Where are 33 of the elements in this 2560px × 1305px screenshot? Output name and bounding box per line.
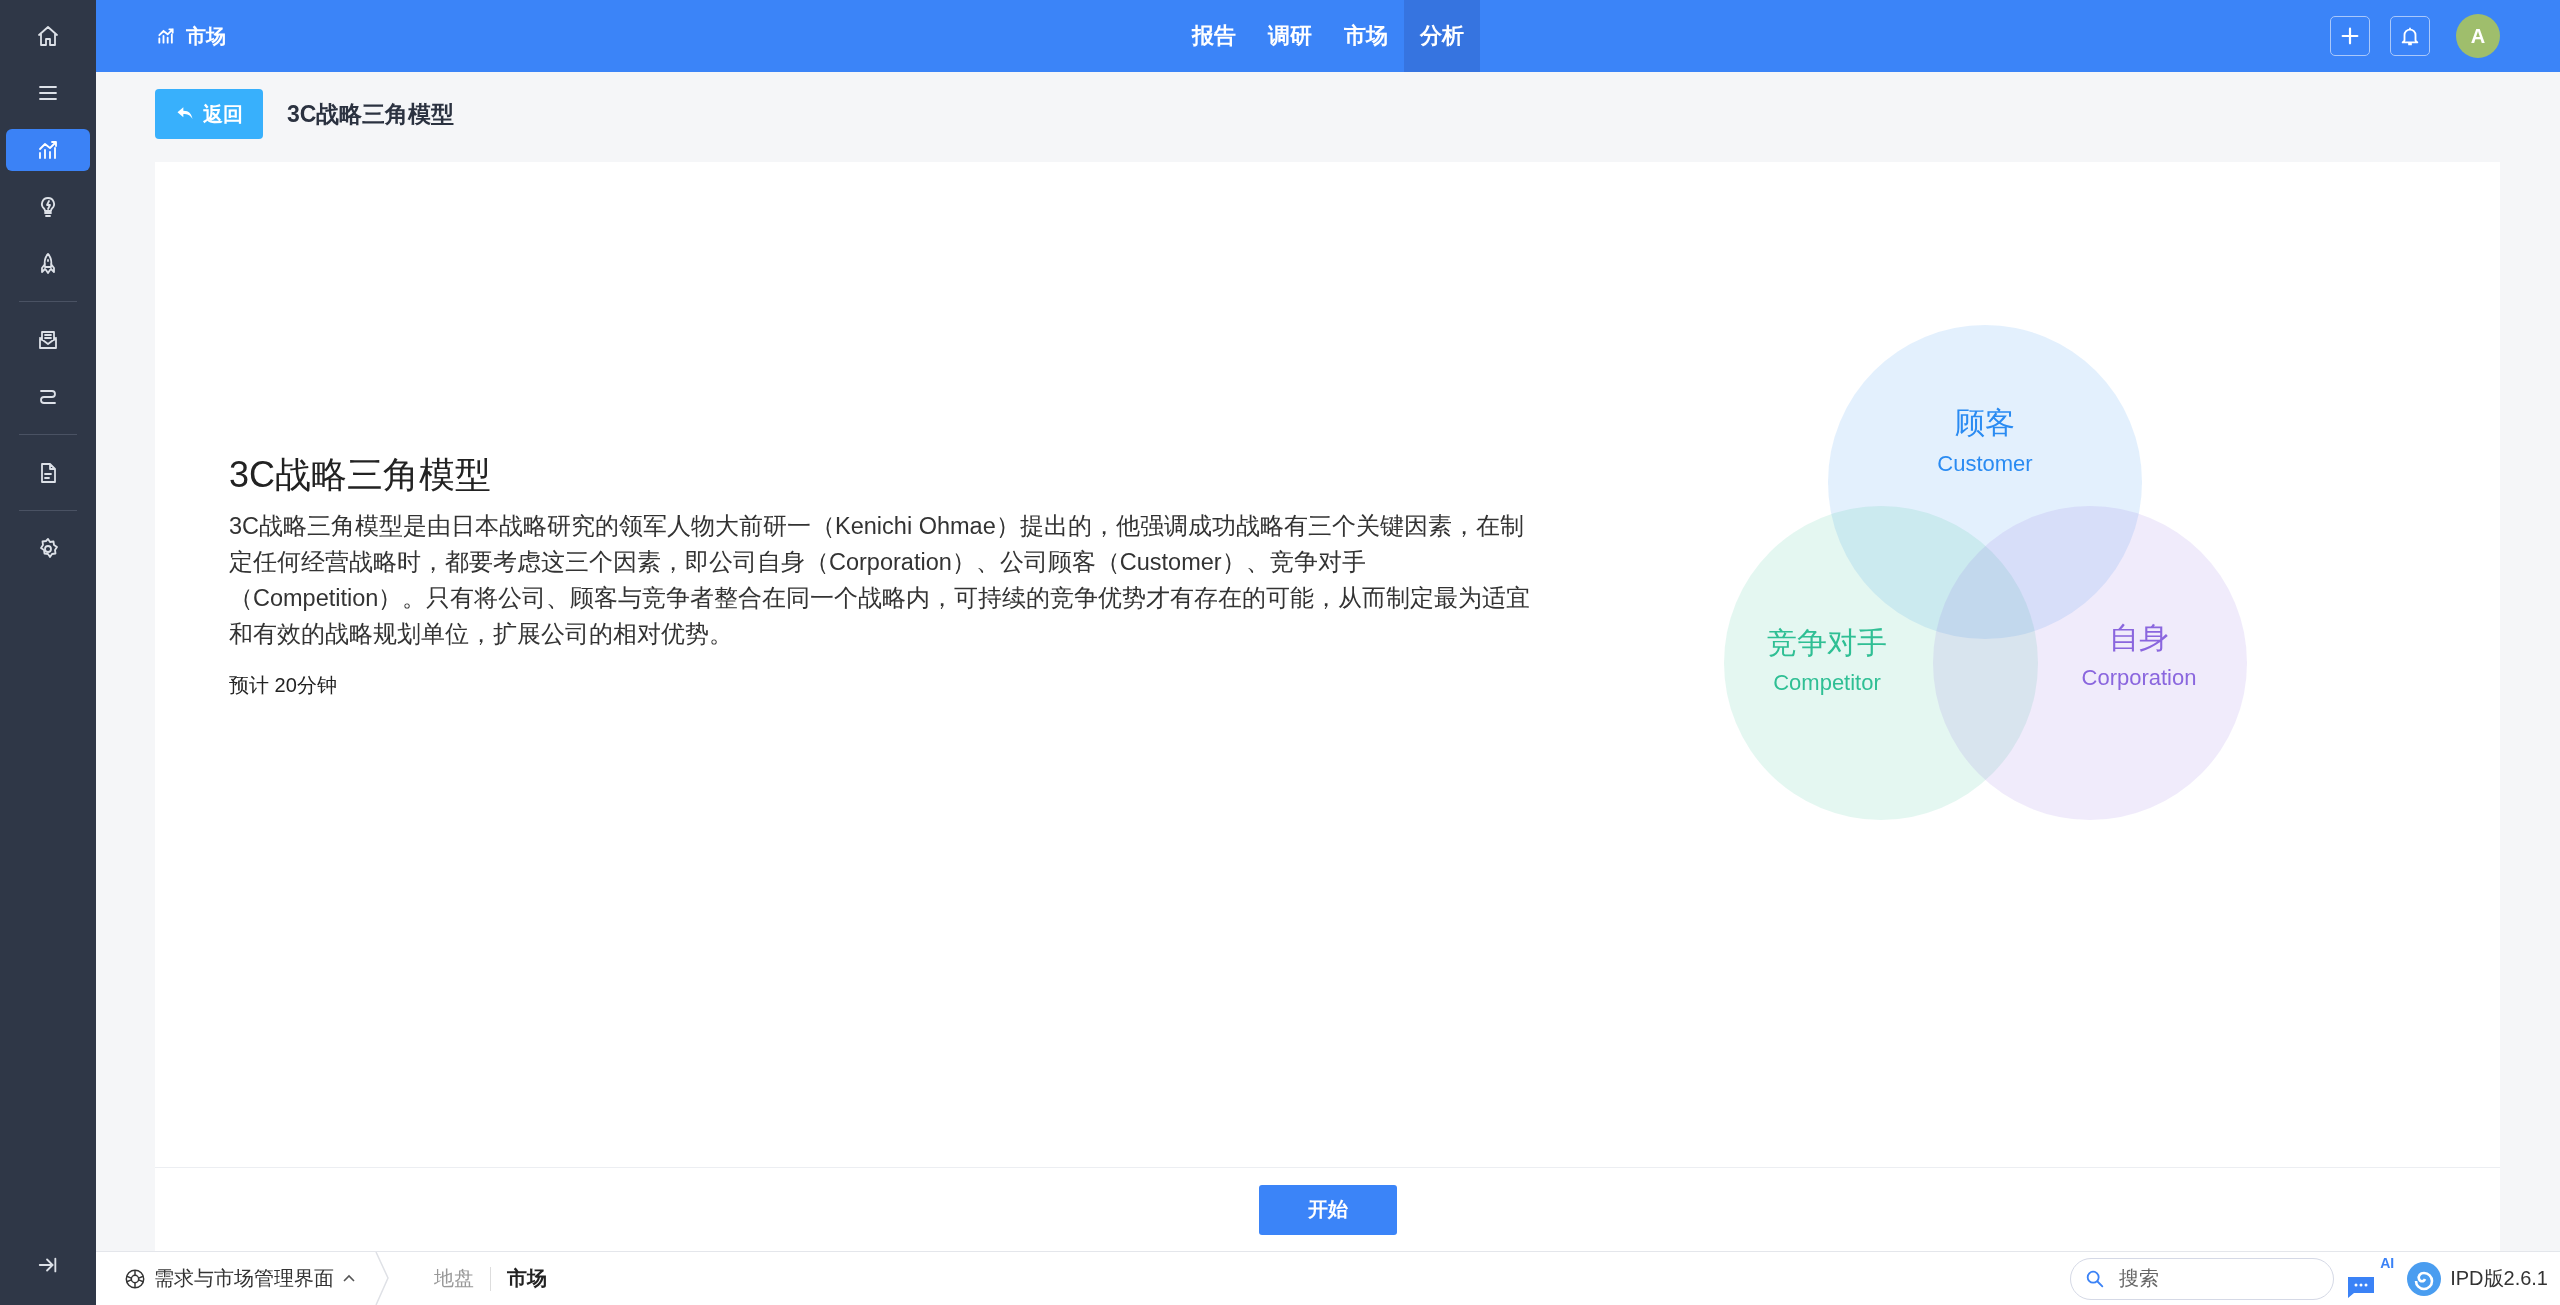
- duration-text: 预计 20分钟: [229, 672, 338, 698]
- nav-tab[interactable]: 市场: [1328, 0, 1404, 72]
- version-label: IPD版2.6.1: [2450, 1266, 2548, 1291]
- module-switcher[interactable]: 需求与市场管理界面: [124, 1265, 356, 1292]
- notification-button[interactable]: [2390, 16, 2430, 56]
- add-button[interactable]: [2330, 16, 2370, 56]
- search-field[interactable]: 搜索: [2070, 1257, 2335, 1300]
- wheel-icon: [124, 1267, 146, 1290]
- swirl-logo-icon: [2406, 1260, 2443, 1297]
- nav-tab[interactable]: 分析: [1404, 0, 1480, 72]
- bell-icon: [2399, 25, 2421, 47]
- circle-subtitle: Customer: [1937, 450, 2033, 476]
- user-avatar[interactable]: A: [2456, 14, 2500, 58]
- circle-subtitle: Competitor: [1773, 669, 1881, 695]
- circle-subtitle: Corporation: [2081, 664, 2197, 690]
- sidebar-item[interactable]: [6, 128, 90, 171]
- model-heading: 3C战略三角模型: [229, 452, 493, 497]
- chart-icon: [156, 26, 176, 46]
- module-title: 市场: [186, 23, 226, 49]
- start-button[interactable]: 开始: [1258, 1184, 1397, 1235]
- home-icon: [36, 23, 60, 48]
- circle-title: 顾客: [1955, 405, 2015, 439]
- breadcrumb-tab[interactable]: 市场: [491, 1265, 563, 1292]
- nav-tab[interactable]: 调研: [1252, 0, 1328, 72]
- module-name: 需求与市场管理界面: [154, 1266, 334, 1291]
- breadcrumb-tab[interactable]: 地盘: [418, 1265, 490, 1292]
- page-title: 3C战略三角模型: [287, 99, 455, 129]
- circle-title: 自身: [2109, 620, 2169, 654]
- plus-icon: [2339, 25, 2361, 47]
- back-button[interactable]: 返回: [155, 89, 263, 139]
- model-description: 3C战略三角模型是由日本战略研究的领军人物大前研一（Kenichi Ohmae）提出的，他强调成功战略有三个关键因素，在制定任何经营战略时，都要考虑这三个因素，即公司自身（Corporation）、公司顾客（Customer）、竞争对手（Competition）。只有将公司、顾客与竞争者整合在同一个战略内，可持续的竞争优势才有存在的可能，从而制定最为适宜和有效的战略规划单位，扩展公司的相对优势。: [229, 511, 1532, 649]
- circle-title: 竞争对手: [1767, 625, 1887, 659]
- nav-tab[interactable]: 报告: [1176, 0, 1252, 72]
